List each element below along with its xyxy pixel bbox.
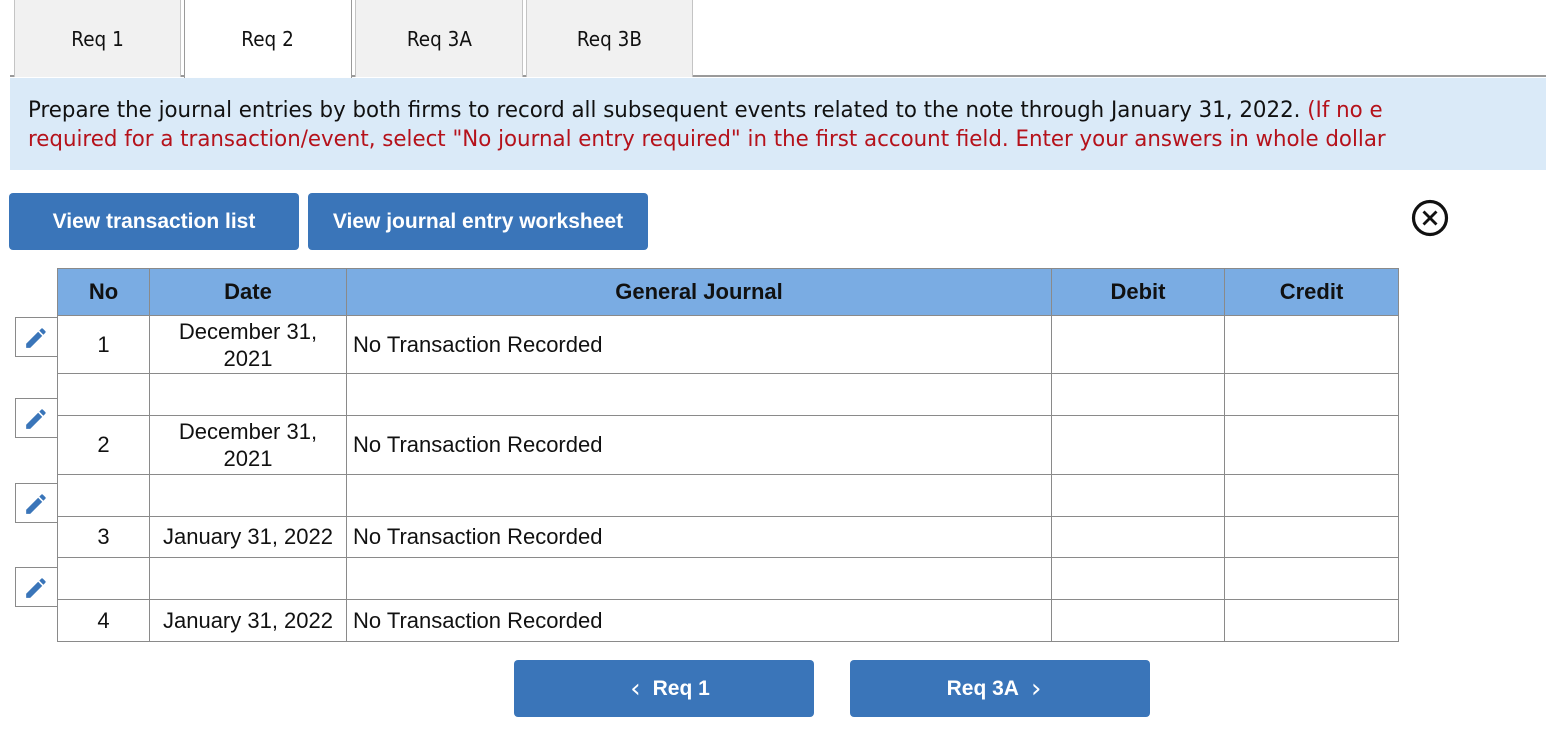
tab-label: Req 3B (576, 26, 643, 51)
row-debit (1051, 516, 1225, 558)
row-no (57, 373, 150, 416)
row-credit (1224, 557, 1399, 600)
header-general-journal: General Journal (346, 268, 1052, 316)
tab-label: Req 1 (71, 26, 124, 51)
instructions-line-2: required for a transaction/event, select… (28, 127, 1386, 152)
row-no: 2 (57, 415, 150, 475)
date-line-2: 2021 (223, 345, 273, 371)
row-account: No Transaction Recorded (346, 516, 1052, 558)
next-button-label: Req 3A (946, 676, 1019, 700)
edit-entry-3-button[interactable] (15, 483, 57, 523)
row-credit (1224, 599, 1399, 642)
row-account (346, 557, 1052, 600)
instructions-text: Prepare the journal entries by both firm… (28, 98, 1308, 123)
row-credit (1224, 474, 1399, 517)
instructions-emphasis: (If no e (1307, 98, 1383, 123)
row-debit (1051, 315, 1225, 374)
row-date: January 31, 2022 (149, 516, 347, 558)
row-debit (1051, 415, 1225, 475)
edit-entry-1-button[interactable] (15, 317, 57, 357)
view-transaction-list-button[interactable]: View transaction list (9, 193, 299, 250)
table-header-row: No Date General Journal Debit Credit (57, 268, 1399, 316)
prev-button-label: Req 1 (652, 676, 710, 700)
row-date (149, 373, 347, 416)
chevron-right-icon: › (1030, 673, 1042, 704)
journal-table: No Date General Journal Debit Credit 1 D… (57, 268, 1399, 642)
row-date (149, 474, 347, 517)
table-row: 4 January 31, 2022 No Transaction Record… (57, 599, 1399, 642)
row-debit (1051, 373, 1225, 416)
header-credit: Credit (1224, 268, 1399, 316)
prev-req-1-button[interactable]: ‹ Req 1 (514, 660, 814, 717)
row-account (346, 373, 1052, 416)
close-icon[interactable] (1411, 199, 1449, 237)
next-req-3a-button[interactable]: Req 3A › (850, 660, 1150, 717)
instructions-box: Prepare the journal entries by both firm… (10, 78, 1546, 170)
edit-entry-2-button[interactable] (15, 398, 57, 438)
row-debit (1051, 474, 1225, 517)
date-line-2: 2021 (223, 446, 273, 471)
row-date: December 31, 2021 (149, 315, 347, 374)
row-date: December 31, 2021 (149, 415, 347, 475)
header-no: No (57, 268, 150, 316)
row-account: No Transaction Recorded (346, 315, 1052, 374)
row-date (149, 557, 347, 600)
tab-req-3b[interactable]: Req 3B (526, 0, 693, 77)
row-no: 3 (57, 516, 150, 558)
pencil-icon (25, 328, 46, 348)
tab-req-1[interactable]: Req 1 (14, 0, 181, 77)
pencil-icon (25, 409, 46, 429)
edit-entry-4-button[interactable] (15, 567, 57, 607)
row-credit (1224, 415, 1399, 475)
tab-label: Req 3A (406, 26, 472, 51)
row-account: No Transaction Recorded (346, 415, 1052, 475)
header-debit: Debit (1051, 268, 1225, 316)
requirement-tabs: Req 1 Req 2 Req 3A Req 3B (10, 0, 1546, 78)
row-debit (1051, 557, 1225, 600)
table-row (57, 474, 1399, 517)
tab-req-2[interactable]: Req 2 (184, 0, 352, 78)
table-row (57, 557, 1399, 600)
row-account (346, 474, 1052, 517)
row-credit (1224, 516, 1399, 558)
row-account: No Transaction Recorded (346, 599, 1052, 642)
pencil-icon (25, 578, 46, 598)
row-credit (1224, 315, 1399, 374)
date-line-1: December 31, (178, 419, 318, 444)
chevron-left-icon: ‹ (630, 673, 641, 704)
row-debit (1051, 599, 1225, 642)
header-date: Date (149, 268, 347, 316)
instructions-line-1: Prepare the journal entries by both firm… (28, 96, 1500, 125)
view-journal-entry-worksheet-button[interactable]: View journal entry worksheet (308, 193, 648, 250)
row-no (57, 474, 150, 517)
table-row: 3 January 31, 2022 No Transaction Record… (57, 516, 1399, 558)
row-no: 1 (57, 315, 150, 374)
row-no: 4 (57, 599, 150, 642)
table-row (57, 373, 1399, 416)
row-credit (1224, 373, 1399, 416)
date-line-1: December 31, (178, 318, 318, 344)
row-date: January 31, 2022 (149, 599, 347, 642)
tab-label: Req 2 (241, 27, 295, 51)
pencil-icon (25, 494, 46, 514)
table-row: 2 December 31, 2021 No Transaction Record… (57, 415, 1399, 475)
tab-req-3a[interactable]: Req 3A (355, 0, 523, 77)
row-no (57, 557, 150, 600)
table-row: 1 December 31, 2021 No Transaction Record… (57, 315, 1399, 374)
